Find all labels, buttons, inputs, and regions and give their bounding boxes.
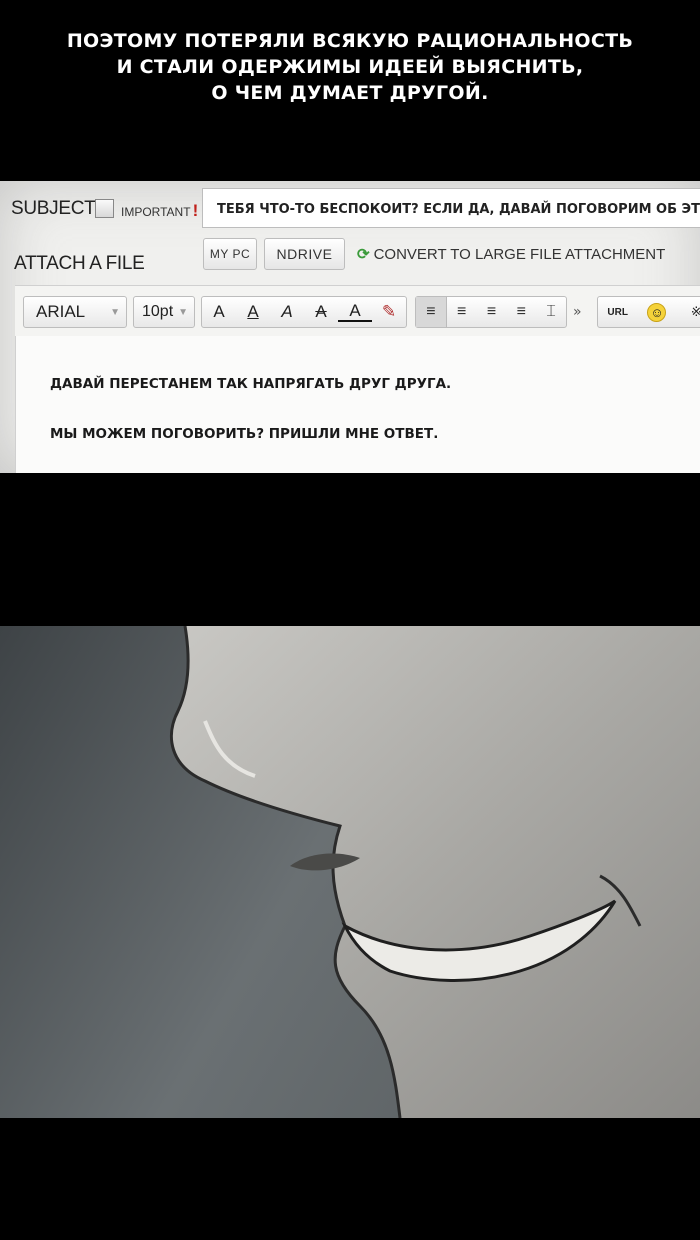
narration-caption: ПОЭТОМУ ПОТЕРЯЛИ ВСЯКУЮ РАЦИОНАЛЬНОСТЬ И… xyxy=(0,28,700,106)
align-left-button[interactable]: ≡ xyxy=(416,297,447,327)
font-family-select[interactable]: ARIAL ▼ xyxy=(23,296,127,328)
more-tools-icon[interactable]: » xyxy=(573,304,582,320)
grinning-face-illustration xyxy=(0,626,700,1118)
highlight-color-button[interactable]: ✎ xyxy=(372,302,406,322)
face-drawing xyxy=(169,626,700,1118)
caption-line: И СТАЛИ ОДЕРЖИМЫ ИДЕЕЙ ВЫЯСНИТЬ, xyxy=(116,56,584,78)
ndrive-button[interactable]: NDRIVE xyxy=(264,238,345,270)
format-button-group: A A A A A ✎ xyxy=(201,296,407,328)
align-right-button[interactable]: ≡ xyxy=(477,303,507,321)
my-pc-button[interactable]: MY PC xyxy=(203,238,257,270)
smiley-glyph: ☺ xyxy=(647,302,667,322)
important-text: IMPORTANT xyxy=(121,205,191,219)
message-line: ДАВАЙ ПЕРЕСТАНЕМ ТАК НАПРЯГАТЬ ДРУГ ДРУГ… xyxy=(50,376,452,392)
message-body-editor[interactable]: ДАВАЙ ПЕРЕСТАНЕМ ТАК НАПРЯГАТЬ ДРУГ ДРУГ… xyxy=(15,336,700,473)
justify-button[interactable]: ≡ xyxy=(506,303,536,321)
message-line: МЫ МОЖЕМ ПОГОВОРИТЬ? ПРИШЛИ МНЕ ОТВЕТ. xyxy=(50,426,439,442)
important-mark: ! xyxy=(192,201,199,220)
caption-line: ПОЭТОМУ ПОТЕРЯЛИ ВСЯКУЮ РАЦИОНАЛЬНОСТЬ xyxy=(66,30,634,52)
smiley-icon[interactable]: ☺ xyxy=(637,302,676,322)
size-value: 10pt xyxy=(142,303,174,320)
font-size-select[interactable]: 10pt ▼ xyxy=(133,296,195,328)
important-label: IMPORTANT! xyxy=(121,201,198,221)
font-value: ARIAL xyxy=(36,302,86,321)
subject-label: SUBJECT xyxy=(11,198,96,219)
align-button-group: ≡ ≡ ≡ ≡ ⌶ xyxy=(415,296,567,328)
align-center-button[interactable]: ≡ xyxy=(447,303,477,321)
font-color-button[interactable]: A xyxy=(338,302,372,322)
line-height-button[interactable]: ⌶ xyxy=(536,303,566,321)
refresh-icon: ⟳ xyxy=(357,246,370,263)
special-char-icon[interactable]: ※ xyxy=(677,304,700,320)
caption-line: О ЧЕМ ДУМАЕТ ДРУГОЙ. xyxy=(211,82,489,104)
editor-toolbar: ARIAL ▼ 10pt ▼ A A A A A ✎ ≡ ≡ ≡ ≡ ⌶ » URL… xyxy=(15,285,700,337)
insert-button-group: URL ☺ ※ xyxy=(597,296,700,328)
attach-label: ATTACH A FILE xyxy=(14,253,145,274)
bold-button[interactable]: A xyxy=(202,302,236,322)
chevron-down-icon: ▼ xyxy=(178,306,188,318)
underline-button[interactable]: A xyxy=(236,302,270,322)
subject-input[interactable]: ТЕБЯ ЧТО-ТО БЕСПОКОИТ? ЕСЛИ ДА, ДАВАЙ ПО… xyxy=(202,188,700,228)
url-button[interactable]: URL xyxy=(598,307,637,318)
strikethrough-button[interactable]: A xyxy=(304,302,338,322)
important-checkbox[interactable] xyxy=(95,199,114,218)
email-compose-panel: SUBJECT IMPORTANT! ТЕБЯ ЧТО-ТО БЕСПОКОИТ… xyxy=(0,181,700,473)
convert-large-file-link[interactable]: ⟳ CONVERT TO LARGE FILE ATTACHMENT xyxy=(357,245,665,263)
face-shape xyxy=(171,626,700,1118)
chevron-down-icon: ▼ xyxy=(110,306,120,318)
italic-button[interactable]: A xyxy=(270,302,304,322)
convert-label: CONVERT TO LARGE FILE ATTACHMENT xyxy=(373,246,666,263)
